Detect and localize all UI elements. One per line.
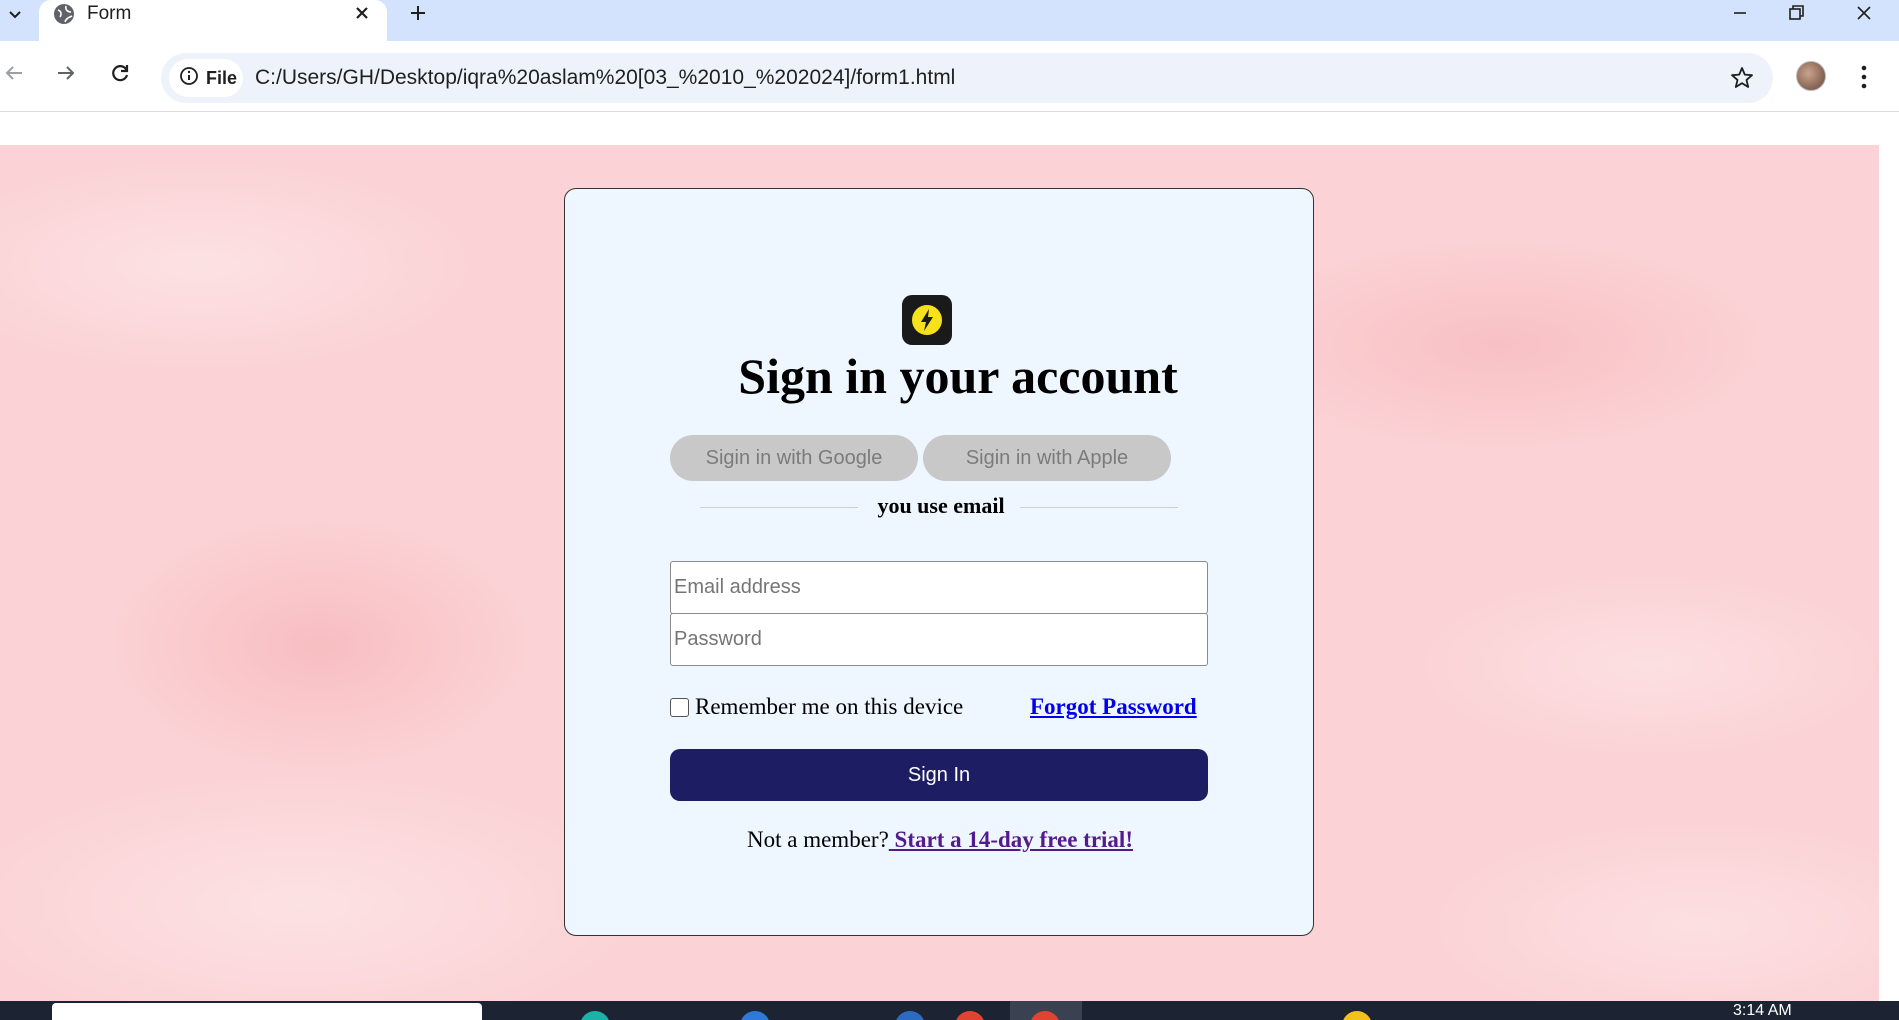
remember-me-label: Remember me on this device [695, 694, 964, 719]
lightning-logo-icon [902, 295, 952, 345]
remember-me-row: Remember me on this device [670, 694, 963, 720]
profile-avatar[interactable] [1796, 61, 1826, 91]
site-info-chip[interactable]: File [169, 59, 243, 97]
taskbar-app-icon[interactable] [1342, 1011, 1372, 1020]
address-bar[interactable]: File C:/Users/GH/Desktop/iqra%20aslam%20… [161, 53, 1773, 103]
not-member-text: Not a member? [747, 827, 889, 852]
browser-toolbar: File C:/Users/GH/Desktop/iqra%20aslam%20… [0, 41, 1899, 112]
password-field[interactable] [670, 613, 1208, 666]
taskbar-app-icon[interactable] [895, 1011, 925, 1020]
os-taskbar: 3:14 AM [0, 1001, 1899, 1020]
url-text[interactable]: C:/Users/GH/Desktop/iqra%20aslam%20[03_%… [255, 66, 955, 90]
globe-icon [52, 2, 76, 26]
divider-label: you use email [877, 493, 1005, 518]
minimize-icon[interactable] [1714, 0, 1766, 26]
remember-me-checkbox[interactable] [670, 697, 689, 717]
tab-search-chevron-icon[interactable] [0, 0, 30, 28]
back-arrow-icon[interactable] [0, 59, 28, 87]
page-viewport: Sign in your account Sigin in with Googl… [0, 113, 1899, 1001]
browser-tabstrip: Form [0, 0, 1899, 41]
taskbar-app-icon[interactable] [740, 1011, 770, 1020]
restore-icon[interactable] [1770, 0, 1822, 26]
info-icon [179, 66, 199, 91]
taskbar-app-icon[interactable] [580, 1011, 610, 1020]
divider-line-left [700, 507, 858, 508]
sign-in-button[interactable]: Sign In [670, 749, 1208, 801]
clock[interactable]: 3:14 AM [1733, 1002, 1792, 1020]
signin-card: Sign in your account Sigin in with Googl… [564, 188, 1314, 936]
page-title: Sign in your account [738, 348, 1178, 404]
email-field[interactable] [670, 561, 1208, 614]
taskbar-search-box[interactable] [52, 1003, 482, 1020]
browser-tab[interactable]: Form [39, 0, 387, 41]
forward-arrow-icon[interactable] [52, 59, 80, 87]
signup-prompt: Not a member? Start a 14-day free trial! [565, 827, 1315, 853]
site-chip-label: File [206, 67, 238, 88]
reload-icon[interactable] [106, 59, 134, 87]
divider-line-right [1020, 507, 1178, 508]
more-vertical-icon[interactable] [1858, 63, 1870, 91]
apple-signin-button[interactable]: Sigin in with Apple [923, 435, 1171, 481]
bookmark-star-icon[interactable] [1729, 65, 1755, 91]
google-signin-button[interactable]: Sigin in with Google [670, 435, 918, 481]
plus-icon[interactable] [404, 0, 432, 26]
close-icon[interactable] [350, 1, 374, 25]
window-close-icon[interactable] [1838, 0, 1890, 26]
forgot-password-link[interactable]: Forgot Password [1030, 694, 1197, 720]
free-trial-link[interactable]: Start a 14-day free trial! [889, 827, 1133, 852]
tab-title: Form [87, 3, 132, 24]
taskbar-app-icon[interactable] [955, 1011, 985, 1020]
